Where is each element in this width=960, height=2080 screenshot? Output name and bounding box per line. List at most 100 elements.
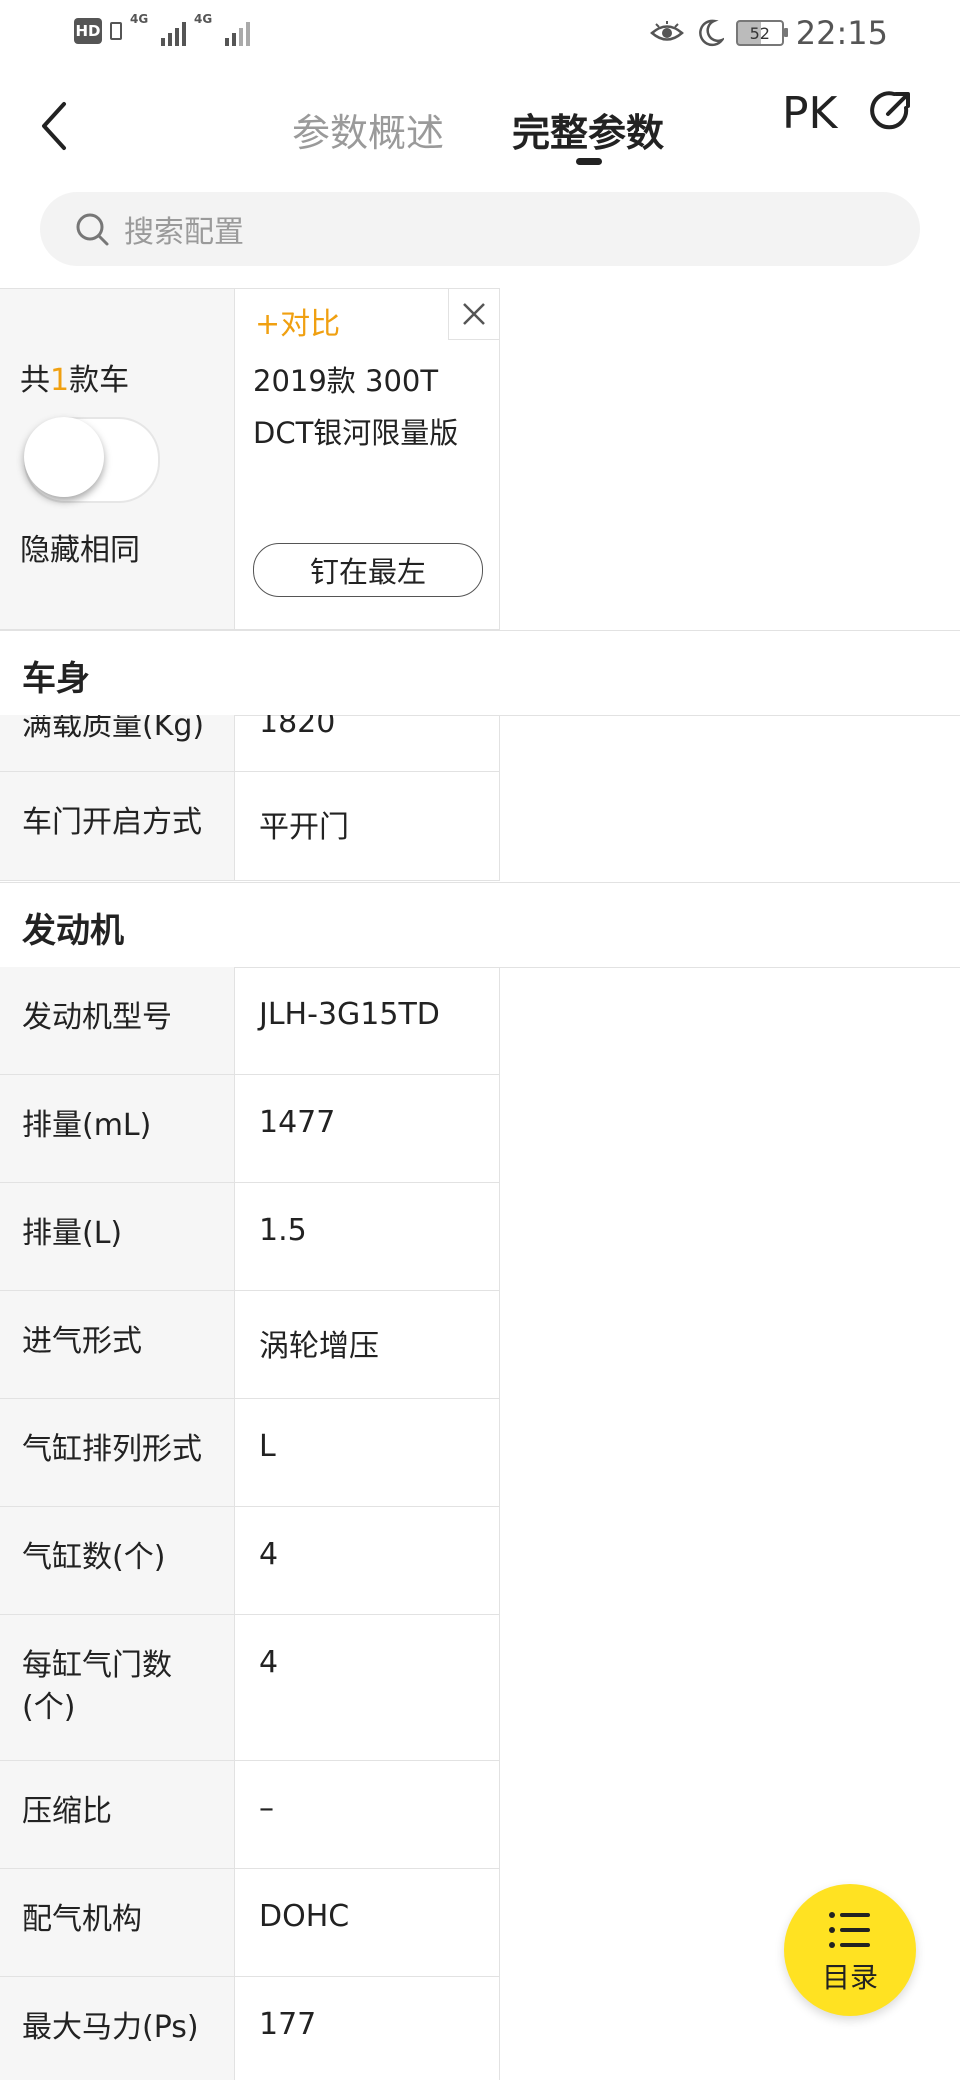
share-icon[interactable] [866,86,916,136]
table-row: 车门开启方式 平开门 [0,772,500,881]
param-value: – [259,1791,274,1826]
param-value-cell: 平开门 [235,772,500,880]
signal-icon-sim1: 4G [130,12,186,46]
section-header-engine: 发动机 [0,882,960,968]
search-bar[interactable]: 搜索配置 [40,192,920,266]
battery-icon: 52 [735,20,788,46]
pk-button[interactable]: PK [782,88,837,139]
param-value: JLH-3G15TD [259,997,440,1032]
param-value-cell: 1.5 [235,1183,500,1290]
active-tab-indicator [576,158,602,165]
param-value-cell: JLH-3G15TD [235,967,500,1074]
param-key-cell: 气缸排列形式 [0,1399,235,1506]
param-value: 4 [259,1645,279,1680]
car-count-suffix: 款车 [69,363,130,398]
param-key-cell: 进气形式 [0,1291,235,1398]
param-value-cell: 4 [235,1615,500,1760]
car-count-prefix: 共 [20,363,50,398]
table-row: 气缸数(个) 4 [0,1507,500,1615]
param-key-cell: 气缸数(个) [0,1507,235,1614]
hide-same-label: 隐藏相同 [20,533,140,568]
param-value-cell: 1477 [235,1075,500,1182]
back-arrow-icon[interactable] [36,96,76,156]
remove-car-button[interactable] [448,289,499,340]
param-value: 1.5 [259,1213,307,1248]
param-key: 配气机构 [22,1902,142,1937]
table-row: 满载质量(Kg) 1820 [0,715,500,772]
param-value: 177 [259,2007,317,2042]
param-value: 1477 [259,1105,336,1140]
table-row: 排量(L) 1.5 [0,1183,500,1291]
car-compare-panel: 共1款车 隐藏相同 +对比 2019款 300T DCT银河限量版 钉在最左 [0,288,500,630]
param-key-cell: 车门开启方式 [0,772,235,880]
table-row: 每缸气门数(个) 4 [0,1615,500,1761]
param-key: 排量(L) [22,1216,123,1251]
param-value-cell: 1820 [235,715,500,771]
param-key-cell: 排量(mL) [0,1075,235,1182]
toggle-knob [24,417,104,497]
param-key-cell: 最大马力(Ps) [0,1977,235,2080]
network-type-sim1: 4G [130,12,149,26]
tab-full-params[interactable]: 完整参数 [512,102,664,157]
status-right: 52 22:15 [649,14,888,52]
moon-icon [698,19,724,47]
param-key-cell: 排量(L) [0,1183,235,1290]
param-value-cell: 4 [235,1507,500,1614]
search-input[interactable]: 搜索配置 [124,207,244,251]
param-key-cell: 满载质量(Kg) [0,715,235,771]
param-key-cell: 配气机构 [0,1869,235,1976]
param-key-cell: 压缩比 [0,1761,235,1868]
section-title: 车身 [22,659,90,699]
param-value: DOHC [259,1899,350,1934]
table-row: 配气机构 DOHC [0,1869,500,1977]
section-header-body: 车身 [0,630,960,716]
status-bar: HD 4G 4G 52 22:15 [0,0,960,66]
table-row: 最大马力(Ps) 177 [0,1977,500,2080]
param-value: L [259,1429,276,1464]
table-row: 进气形式 涡轮增压 [0,1291,500,1399]
car-column-header: +对比 2019款 300T DCT银河限量版 钉在最左 [235,289,500,629]
close-icon [463,303,485,325]
add-compare-button[interactable]: +对比 [255,299,340,343]
param-key: 压缩比 [22,1794,112,1829]
param-value: 1820 [259,715,336,740]
param-key: 气缸排列形式 [22,1432,202,1467]
param-value: 涡轮增压 [259,1329,379,1364]
catalog-label: 目录 [821,1961,878,1994]
param-value-cell: 涡轮增压 [235,1291,500,1398]
eye-comfort-icon [649,21,684,41]
sim-icon [110,22,122,40]
param-value: 4 [259,1537,279,1572]
table-row: 气缸排列形式 L [0,1399,500,1507]
car-count: 共1款车 [20,355,129,399]
catalog-button[interactable]: 目录 [784,1884,916,2016]
param-value-cell: DOHC [235,1869,500,1976]
param-key: 排量(mL) [22,1108,152,1143]
param-key: 每缸气门数(个) [22,1648,172,1725]
pin-left-button[interactable]: 钉在最左 [253,543,483,597]
param-key: 满载质量(Kg) [22,715,205,743]
param-value: 平开门 [259,810,349,845]
table-row: 发动机型号 JLH-3G15TD [0,967,500,1075]
tab-overview[interactable]: 参数概述 [292,102,444,157]
param-key-cell: 发动机型号 [0,967,235,1074]
network-type-sim2: 4G [194,12,213,26]
param-key: 发动机型号 [22,1000,172,1035]
param-value-cell: 177 [235,1977,500,2080]
table-row: 压缩比 – [0,1761,500,1869]
param-key: 气缸数(个) [22,1540,166,1575]
search-icon [76,213,109,246]
status-left: HD 4G 4G [74,12,250,46]
section-title: 发动机 [22,911,124,951]
param-key: 车门开启方式 [22,805,202,840]
car-model-name: 2019款 300T DCT银河限量版 [253,364,459,450]
table-row: 排量(mL) 1477 [0,1075,500,1183]
list-icon [829,1912,870,1948]
top-nav: 参数概述 完整参数 PK [0,66,960,176]
car-panel-controls: 共1款车 隐藏相同 [0,289,235,629]
param-value-cell: – [235,1761,500,1868]
hide-same-toggle[interactable] [24,417,160,503]
clock: 22:15 [795,14,888,52]
car-count-number: 1 [50,363,70,398]
param-key-cell: 每缸气门数(个) [0,1615,235,1760]
